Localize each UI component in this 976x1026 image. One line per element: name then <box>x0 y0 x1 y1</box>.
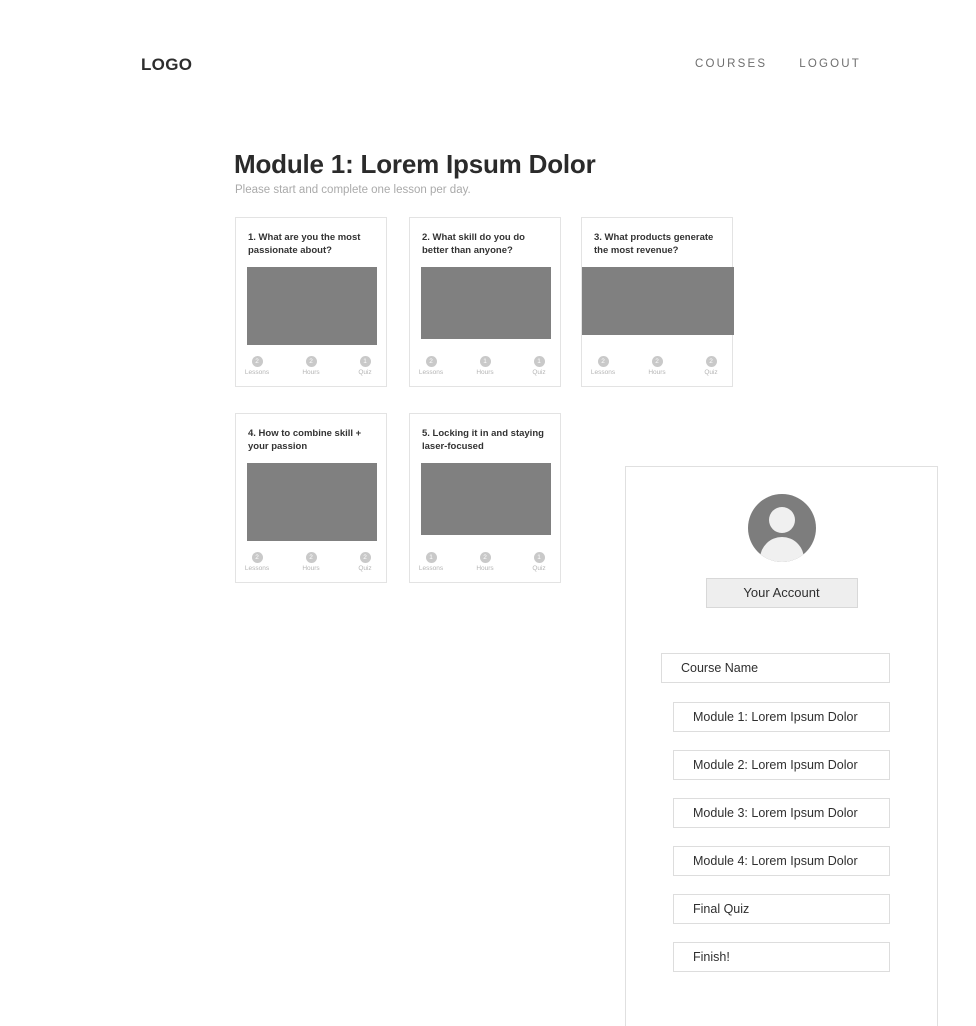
stat-quiz-label: Quiz <box>532 565 546 572</box>
stat-lessons-label: Lessons <box>244 565 270 572</box>
stat-hours-label: Hours <box>476 565 494 572</box>
stat-hours: 1 Hours <box>468 356 502 376</box>
stat-lessons: 2 Lessons <box>414 356 448 376</box>
stat-hours-label: Hours <box>302 565 320 572</box>
stat-quiz: 1 Quiz <box>348 356 382 376</box>
course-name-item[interactable]: Course Name <box>661 653 890 683</box>
lesson-thumbnail-placeholder <box>421 266 551 339</box>
stat-lessons-label: Lessons <box>590 369 616 376</box>
lesson-thumbnail-placeholder <box>247 266 377 345</box>
module-list-item[interactable]: Module 3: Lorem Ipsum Dolor <box>673 798 890 828</box>
stat-quiz-badge: 1 <box>533 552 545 563</box>
nav-link-courses[interactable]: COURSES <box>695 58 767 70</box>
stat-lessons-badge: 2 <box>251 552 263 563</box>
stat-hours-badge: 2 <box>305 356 317 367</box>
stat-lessons: 1 Lessons <box>414 552 448 572</box>
stat-lessons-label: Lessons <box>418 369 444 376</box>
stat-lessons: 2 Lessons <box>240 552 274 572</box>
stat-quiz: 1 Quiz <box>522 356 556 376</box>
stat-quiz-badge: 1 <box>359 356 371 367</box>
stat-hours: 2 Hours <box>640 356 674 376</box>
lesson-card[interactable]: 2. What skill do you do better than anyo… <box>409 217 561 387</box>
lesson-card-title: 2. What skill do you do better than anyo… <box>422 232 525 256</box>
module-list-item[interactable]: Finish! <box>673 942 890 972</box>
stat-lessons-badge: 2 <box>597 356 609 367</box>
lesson-card[interactable]: 5. Locking it in and staying laser-focus… <box>409 413 561 583</box>
stat-hours-badge: 1 <box>479 356 491 367</box>
stat-quiz-badge: 2 <box>359 552 371 563</box>
lesson-card[interactable]: 3. What products generate the most reven… <box>581 217 734 387</box>
stat-lessons: 2 Lessons <box>240 356 274 376</box>
stat-quiz-label: Quiz <box>704 369 718 376</box>
module-list-item[interactable]: Module 4: Lorem Ipsum Dolor <box>673 846 890 876</box>
lesson-thumbnail-placeholder <box>247 462 377 541</box>
stat-hours: 2 Hours <box>294 356 328 376</box>
lesson-card-title: 1. What are you the most passionate abou… <box>248 232 361 256</box>
stat-quiz: 1 Quiz <box>522 552 556 572</box>
module-list: Module 1: Lorem Ipsum Dolor Module 2: Lor… <box>673 702 890 990</box>
module-list-item[interactable]: Module 1: Lorem Ipsum Dolor <box>673 702 890 732</box>
stat-hours-label: Hours <box>302 369 320 376</box>
lesson-card-title: 4. How to combine skill + your passion <box>248 428 362 452</box>
lesson-card-title: 5. Locking it in and staying laser-focus… <box>422 428 544 452</box>
lesson-stats: 1 Lessons 2 Hours 1 Quiz <box>410 552 560 582</box>
stat-hours-label: Hours <box>476 369 494 376</box>
stat-hours-badge: 2 <box>305 552 317 563</box>
stat-quiz: 2 Quiz <box>694 356 728 376</box>
stat-hours-badge: 2 <box>479 552 491 563</box>
avatar-body-shape <box>759 537 804 562</box>
stat-quiz-badge: 1 <box>533 356 545 367</box>
avatar-icon <box>747 494 816 562</box>
stat-hours-label: Hours <box>648 369 666 376</box>
nav-link-logout[interactable]: LOGOUT <box>799 58 861 70</box>
your-account-button[interactable]: Your Account <box>705 578 858 608</box>
site-header: LOGO COURSES LOGOUT <box>0 0 976 110</box>
stat-quiz-label: Quiz <box>532 369 546 376</box>
stat-lessons-label: Lessons <box>418 565 444 572</box>
lesson-stats: 2 Lessons 2 Hours 2 Quiz <box>236 552 386 582</box>
stat-hours-badge: 2 <box>651 356 663 367</box>
stat-quiz-label: Quiz <box>358 369 372 376</box>
page-subtitle: Please start and complete one lesson per… <box>235 184 471 196</box>
logo[interactable]: LOGO <box>141 55 192 75</box>
stat-hours: 2 Hours <box>294 552 328 572</box>
stat-quiz-label: Quiz <box>358 565 372 572</box>
stat-quiz-badge: 2 <box>705 356 717 367</box>
lesson-stats: 2 Lessons 1 Hours 1 Quiz <box>410 356 560 386</box>
lesson-stats: 2 Lessons 2 Hours 2 Quiz <box>582 356 732 386</box>
lesson-card[interactable]: 1. What are you the most passionate abou… <box>235 217 387 387</box>
stat-quiz: 2 Quiz <box>348 552 382 572</box>
lesson-thumbnail-placeholder <box>421 462 551 535</box>
stat-lessons-badge: 2 <box>251 356 263 367</box>
avatar-head-shape <box>768 507 795 533</box>
account-panel: Your Account Course Name Module 1: Lorem… <box>625 466 938 1026</box>
page-title: Module 1: Lorem Ipsum Dolor <box>234 149 596 179</box>
lesson-thumbnail-placeholder <box>582 266 734 335</box>
stat-hours: 2 Hours <box>468 552 502 572</box>
lesson-card-title: 3. What products generate the most reven… <box>594 232 714 256</box>
stat-lessons: 2 Lessons <box>586 356 620 376</box>
lesson-stats: 2 Lessons 2 Hours 1 Quiz <box>236 356 386 386</box>
stat-lessons-label: Lessons <box>244 369 270 376</box>
stat-lessons-badge: 2 <box>425 356 437 367</box>
module-list-item[interactable]: Module 2: Lorem Ipsum Dolor <box>673 750 890 780</box>
module-list-item[interactable]: Final Quiz <box>673 894 890 924</box>
stat-lessons-badge: 1 <box>425 552 437 563</box>
lesson-card[interactable]: 4. How to combine skill + your passion 2 L… <box>235 413 387 583</box>
main-nav: COURSES LOGOUT <box>695 58 861 70</box>
